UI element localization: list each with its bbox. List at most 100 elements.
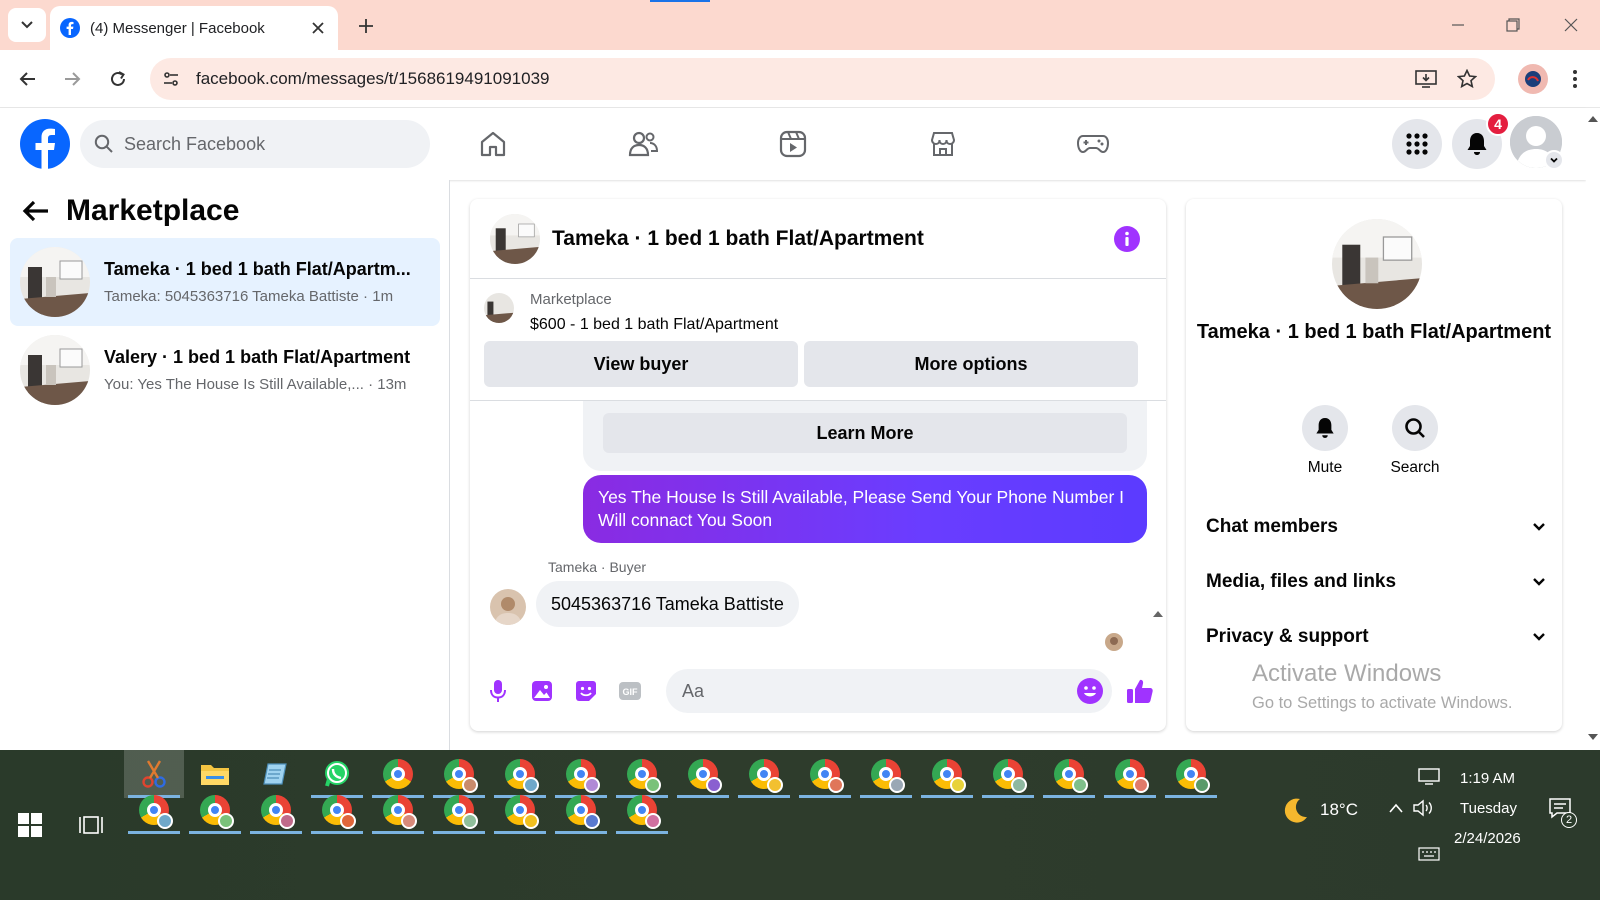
nav-home[interactable]: [473, 124, 513, 164]
profile-avatar[interactable]: [1518, 64, 1548, 94]
taskbar-chrome-window[interactable]: [429, 786, 489, 834]
restore-button[interactable]: [1500, 12, 1526, 38]
marketplace-icon: [930, 132, 956, 156]
mute-label: Mute: [1307, 459, 1343, 476]
task-view-icon[interactable]: [78, 812, 104, 838]
weather-moon-icon[interactable]: [1280, 796, 1310, 826]
tab-close-icon[interactable]: [308, 18, 328, 38]
browser-menu-icon[interactable]: [1560, 64, 1590, 94]
address-bar[interactable]: facebook.com/messages/t/1568619491091039: [150, 58, 1495, 100]
taskbar-chrome-window[interactable]: [1161, 750, 1221, 798]
clock-date[interactable]: 2/24/2026: [1454, 830, 1521, 847]
more-options-button[interactable]: More options: [804, 341, 1138, 387]
taskbar-chrome-window[interactable]: [551, 786, 611, 834]
notification-center-count: 2: [1561, 812, 1577, 828]
conversation-item-tameka[interactable]: Tameka · 1 bed 1 bath Flat/Apartm... Tam…: [10, 238, 440, 326]
restore-icon: [1506, 18, 1520, 32]
mute-action[interactable]: Mute: [1290, 405, 1360, 477]
speaker-icon[interactable]: [1412, 798, 1434, 818]
back-arrow-icon[interactable]: [22, 199, 50, 223]
section-media-files-links[interactable]: Media, files and links: [1206, 562, 1546, 602]
taskbar-chrome-window[interactable]: [1100, 750, 1160, 798]
view-buyer-button[interactable]: View buyer: [484, 341, 798, 387]
chrome-icon: [993, 759, 1027, 793]
new-tab-button[interactable]: [352, 12, 380, 40]
taskbar-chrome-window[interactable]: [856, 750, 916, 798]
forward-button[interactable]: [57, 64, 87, 94]
marketplace-label: Marketplace: [530, 291, 612, 308]
chevron-down-icon: [21, 21, 33, 29]
keyboard-icon[interactable]: [1418, 846, 1440, 862]
section-chat-members[interactable]: Chat members: [1206, 507, 1546, 547]
like-button[interactable]: [1126, 677, 1154, 705]
watermark-title: Activate Windows: [1252, 660, 1442, 687]
minimize-button[interactable]: [1445, 12, 1471, 38]
chevron-up-icon[interactable]: [1388, 802, 1404, 814]
voice-clip-button[interactable]: [484, 677, 512, 705]
home-icon: [480, 131, 506, 157]
attach-photo-button[interactable]: [528, 677, 556, 705]
taskbar-chrome-window[interactable]: [673, 750, 733, 798]
folder-icon: [201, 765, 229, 785]
close-window-button[interactable]: [1558, 12, 1584, 38]
taskbar-chrome-window[interactable]: [124, 786, 184, 834]
clock-time[interactable]: 1:19 AM: [1460, 770, 1515, 787]
list-title: Marketplace: [66, 194, 240, 227]
chrome-icon: [688, 759, 722, 793]
weather-temperature[interactable]: 18°C: [1320, 800, 1358, 820]
site-info-icon[interactable]: [154, 62, 188, 96]
search-placeholder: Search Facebook: [124, 133, 266, 154]
bookmark-star-icon[interactable]: [1454, 66, 1480, 92]
display-icon[interactable]: [1418, 768, 1440, 786]
sender-avatar[interactable]: [490, 589, 526, 625]
chrome-icon: [322, 795, 356, 829]
learn-more-button[interactable]: Learn More: [603, 413, 1127, 453]
nav-friends[interactable]: [623, 124, 663, 164]
sticker-button[interactable]: [572, 677, 600, 705]
conversation-name: Valery · 1 bed 1 bath Flat/Apartment: [104, 347, 411, 367]
nav-gaming[interactable]: [1073, 124, 1113, 164]
nav-video[interactable]: [773, 124, 813, 164]
taskbar-chrome-window[interactable]: [185, 786, 245, 834]
taskbar-chrome-window[interactable]: [246, 786, 306, 834]
taskbar-chrome-window[interactable]: [1039, 750, 1099, 798]
message-input[interactable]: Aa: [666, 669, 1112, 713]
section-privacy-support[interactable]: Privacy & support: [1206, 617, 1546, 657]
browser-tab-active[interactable]: (4) Messenger | Facebook: [50, 6, 338, 50]
install-app-icon[interactable]: [1413, 66, 1439, 92]
search-in-conversation-action[interactable]: Search: [1380, 405, 1450, 477]
clock-day[interactable]: Tuesday: [1460, 800, 1517, 817]
windows-start-icon[interactable]: [18, 813, 42, 837]
reload-button[interactable]: [103, 64, 133, 94]
sender-label: Tameka · Buyer: [548, 559, 647, 575]
message-input-placeholder: Aa: [682, 680, 705, 701]
chrome-icon: [627, 795, 661, 829]
tab-search-button[interactable]: [8, 8, 46, 42]
chrome-icon: [1176, 759, 1210, 793]
menu-button[interactable]: [1392, 119, 1442, 169]
page-scrollbar[interactable]: [1586, 108, 1600, 750]
info-listing-photo[interactable]: [1332, 219, 1422, 309]
nav-marketplace[interactable]: [923, 124, 963, 164]
taskbar-chrome-window[interactable]: [795, 750, 855, 798]
taskbar-chrome-window[interactable]: [978, 750, 1038, 798]
back-button[interactable]: [13, 64, 43, 94]
taskbar-chrome-window[interactable]: [917, 750, 977, 798]
conversation-item-valery[interactable]: Valery · 1 bed 1 bath Flat/Apartment You…: [10, 326, 440, 414]
info-icon[interactable]: [1114, 226, 1140, 252]
gif-button[interactable]: GIF: [616, 677, 644, 705]
gif-icon: GIF: [619, 682, 641, 700]
taskbar-chrome-window[interactable]: [490, 786, 550, 834]
info-conversation-name: Tameka · 1 bed 1 bath Flat/Apartment: [1196, 321, 1552, 343]
emoji-icon[interactable]: [1076, 677, 1104, 705]
account-caret[interactable]: [1544, 150, 1564, 170]
facebook-logo-icon[interactable]: [20, 119, 70, 169]
listing-thumbnail: [20, 335, 90, 405]
chat-listing-thumbnail[interactable]: [490, 213, 540, 264]
taskbar-chrome-window[interactable]: [368, 786, 428, 834]
facebook-search-input[interactable]: Search Facebook: [80, 120, 430, 168]
chrome-icon: [932, 759, 966, 793]
taskbar-chrome-window[interactable]: [612, 786, 672, 834]
taskbar-chrome-window[interactable]: [734, 750, 794, 798]
taskbar-chrome-window[interactable]: [307, 786, 367, 834]
